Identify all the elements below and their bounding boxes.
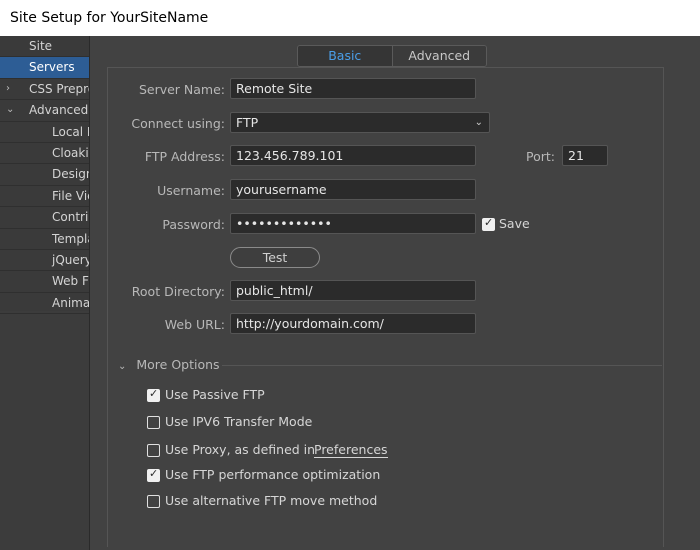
ftp-address-input[interactable]: 123.456.789.101 — [230, 145, 476, 166]
proxy-checkbox[interactable] — [147, 444, 160, 457]
save-password-label: Save — [499, 216, 530, 231]
password-input[interactable]: ••••••••••••• — [230, 213, 476, 234]
sidebar-item-label: CSS Preprocessors — [29, 81, 93, 96]
ftp-address-label: FTP Address: — [144, 149, 225, 164]
ipv6-checkbox[interactable] — [147, 416, 160, 429]
sidebar-item-design-notes[interactable]: Design Notes — [0, 164, 93, 186]
test-button[interactable]: Test — [230, 247, 320, 268]
alt-move-label: Use alternative FTP move method — [165, 493, 378, 508]
sidebar-item-animation-assets[interactable]: Animation Assets — [0, 293, 93, 315]
port-input[interactable]: 21 — [562, 145, 608, 166]
root-directory-label: Root Directory: — [131, 284, 225, 299]
username-label: Username: — [157, 183, 225, 198]
sidebar-item-label: Templates — [52, 231, 93, 246]
chevron-down-icon[interactable]: ⌄ — [6, 100, 14, 120]
chevron-down-icon: ⌄ — [474, 117, 483, 128]
sidebar-item-templates[interactable]: Templates — [0, 229, 93, 250]
more-options-toggle[interactable]: ⌄ More Options — [118, 357, 220, 372]
sidebar-item-css-preprocessors[interactable]: › CSS Preprocessors — [0, 79, 93, 101]
sidebar-item-site[interactable]: Site — [0, 36, 93, 58]
web-url-input[interactable]: http://yourdomain.com/ — [230, 313, 476, 334]
save-password-checkbox[interactable]: ✓ — [482, 216, 495, 231]
web-url-label: Web URL: — [164, 317, 225, 332]
username-input[interactable]: yourusername — [230, 179, 476, 200]
sidebar-item-web-fonts[interactable]: Web Fonts — [0, 271, 93, 293]
sidebar-item-label: Advanced Settings — [29, 103, 93, 118]
checkmark-icon: ✓ — [149, 467, 159, 480]
sidebar-item-file-view-columns[interactable]: File View Columns — [0, 186, 93, 208]
window-title: Site Setup for YourSiteName — [0, 0, 700, 36]
ipv6-label: Use IPV6 Transfer Mode — [165, 414, 313, 429]
port-label: Port: — [526, 149, 555, 164]
sidebar-item-jquery[interactable]: jQuery — [0, 250, 93, 272]
sidebar-item-contribute[interactable]: Contribute — [0, 207, 93, 229]
alt-move-checkbox[interactable] — [147, 495, 160, 508]
sidebar-item-label: jQuery — [52, 253, 92, 267]
sidebar-item-cloaking[interactable]: Cloaking — [0, 143, 93, 165]
tab-bar: Basic Advanced — [297, 45, 487, 67]
preferences-link[interactable]: Preferences — [314, 443, 388, 458]
server-name-label: Server Name: — [138, 82, 225, 97]
passive-ftp-checkbox[interactable]: ✓ — [147, 387, 160, 402]
sidebar-item-advanced-settings[interactable]: ⌄ Advanced Settings — [0, 100, 93, 122]
connect-using-value: FTP — [236, 115, 259, 130]
connect-using-label: Connect using: — [131, 116, 225, 131]
password-label: Password: — [162, 217, 225, 232]
chevron-right-icon[interactable]: › — [6, 79, 10, 99]
sidebar-item-local-info[interactable]: Local Info — [0, 122, 93, 143]
tab-basic[interactable]: Basic — [298, 46, 393, 66]
root-directory-input[interactable]: public_html/ — [230, 280, 476, 301]
sidebar: Site Servers › CSS Preprocessors ⌄ Advan… — [0, 36, 93, 315]
checkmark-icon: ✓ — [149, 387, 159, 400]
sidebar-item-label: Site — [29, 39, 53, 53]
ftp-optimization-label: Use FTP performance optimization — [165, 467, 381, 482]
tab-advanced[interactable]: Advanced — [392, 46, 486, 66]
proxy-label: Use Proxy, as defined in — [165, 442, 316, 457]
ftp-optimization-checkbox[interactable]: ✓ — [147, 467, 160, 482]
more-options-label: More Options — [136, 357, 220, 372]
checkmark-icon: ✓ — [484, 216, 494, 229]
sidebar-item-label: Servers — [29, 60, 75, 75]
divider — [222, 365, 662, 366]
chevron-down-icon: ⌄ — [118, 361, 127, 372]
sidebar-item-servers[interactable]: Servers — [0, 57, 93, 79]
server-name-input[interactable]: Remote Site — [230, 78, 476, 99]
connect-using-select[interactable]: FTP ⌄ — [230, 112, 490, 133]
passive-ftp-label: Use Passive FTP — [165, 387, 265, 402]
sidebar-item-label: Design Notes — [52, 167, 93, 182]
